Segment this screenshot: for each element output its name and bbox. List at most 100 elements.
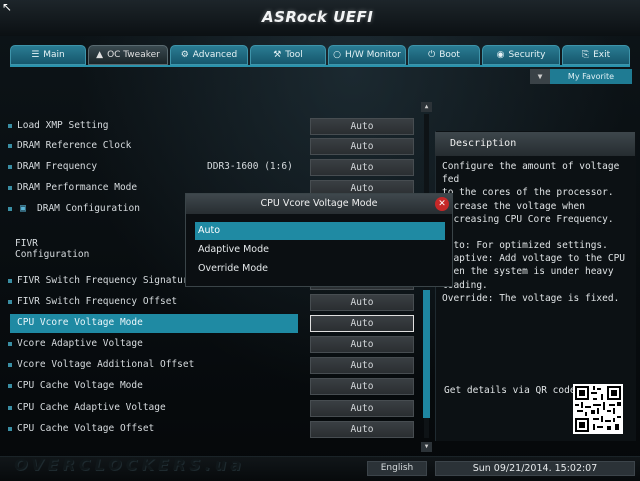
- setting-row-cpu-cache-voltage-offset[interactable]: CPU Cache Voltage Offset Auto: [0, 420, 420, 440]
- setting-value-button[interactable]: Auto: [310, 315, 414, 332]
- main-navigation: ☰ Main ▲ OC Tweaker ⚙ Advanced ⚒ Tool ○ …: [10, 45, 630, 65]
- list-icon: ☰: [31, 50, 40, 60]
- bullet-icon: [8, 124, 12, 128]
- tab-oc-tweaker-label: OC Tweaker: [107, 50, 160, 60]
- setting-label: DRAM Frequency: [17, 161, 98, 172]
- bullet-icon: [8, 384, 12, 388]
- tools-icon: ⚙: [180, 50, 189, 60]
- wrench-icon: ⚒: [273, 50, 282, 60]
- tab-hw-monitor[interactable]: ○ H/W Monitor: [328, 45, 406, 65]
- description-line: Override: The voltage is fixed.: [442, 292, 620, 304]
- description-title: Description: [435, 132, 635, 156]
- tab-tool[interactable]: ⚒ Tool: [250, 45, 326, 65]
- scroll-up-icon[interactable]: ▲: [421, 102, 432, 112]
- setting-row-vcore-voltage-additional-offset[interactable]: Vcore Voltage Additional Offset Auto: [0, 356, 420, 376]
- bullet-icon: [8, 279, 12, 283]
- setting-value-button[interactable]: Auto: [310, 378, 414, 395]
- dram-frequency-current: DDR3-1600 (1:6): [207, 161, 293, 172]
- exit-icon: ⎘: [581, 50, 590, 60]
- bullet-icon: [8, 363, 12, 367]
- description-line: Adaptive: Add voltage to the CPU: [442, 253, 626, 265]
- mouse-cursor-icon: ↖: [2, 0, 13, 14]
- description-line: Increase the voltage when: [442, 200, 585, 212]
- setting-label: FIVR Switch Frequency Signature: [17, 275, 195, 286]
- qr-code-icon: [573, 384, 623, 434]
- setting-row-fivr-switch-frequency-offset[interactable]: FIVR Switch Frequency Offset Auto: [0, 293, 420, 313]
- tab-advanced-label: Advanced: [192, 50, 238, 60]
- qr-code-caption: Get details via QR code: [444, 385, 576, 396]
- setting-value-button[interactable]: Auto: [310, 421, 414, 438]
- bullet-icon: [8, 186, 12, 190]
- description-line: Configure the amount of voltage fed: [442, 161, 620, 186]
- description-line: to the cores of the processor.: [442, 187, 614, 199]
- setting-row-vcore-adaptive-voltage[interactable]: Vcore Adaptive Voltage Auto: [0, 335, 420, 355]
- description-line: when the system is under heavy: [442, 266, 614, 278]
- tab-exit-label: Exit: [593, 50, 611, 60]
- setting-value-button[interactable]: Auto: [310, 138, 414, 155]
- tab-tool-label: Tool: [285, 50, 303, 60]
- scroll-down-icon[interactable]: ▼: [421, 442, 432, 452]
- description-body: Configure the amount of voltage fed to t…: [442, 160, 637, 305]
- watermark-logo: OVERCLOCKERS.ua: [14, 455, 245, 474]
- tab-main[interactable]: ☰ Main: [10, 45, 86, 65]
- my-favorite-button[interactable]: ▼ My Favorite: [530, 69, 632, 84]
- flame-icon: ▲: [96, 50, 104, 60]
- tab-main-label: Main: [43, 50, 65, 60]
- bullet-icon: [8, 165, 12, 169]
- close-icon[interactable]: ✕: [435, 197, 449, 211]
- setting-label: CPU Vcore Voltage Mode: [17, 317, 143, 328]
- tab-security-label: Security: [508, 50, 546, 60]
- folder-icon: ▣: [20, 203, 27, 214]
- setting-row-dram-frequency[interactable]: DRAM Frequency DDR3-1600 (1:6) Auto: [0, 158, 420, 178]
- setting-label: FIVR Switch Frequency Offset: [17, 296, 178, 307]
- tab-boot-label: Boot: [439, 50, 460, 60]
- setting-value-button[interactable]: Auto: [310, 336, 414, 353]
- setting-value-button[interactable]: Auto: [310, 159, 414, 176]
- tab-boot[interactable]: ⏻ Boot: [408, 45, 480, 65]
- setting-row-load-xmp[interactable]: Load XMP Setting Auto: [0, 117, 420, 137]
- nav-underline: [10, 65, 630, 67]
- setting-label: DRAM Configuration: [37, 203, 140, 214]
- setting-value-button[interactable]: Auto: [310, 400, 414, 417]
- option-override-mode[interactable]: Override Mode: [195, 260, 445, 278]
- description-line: increasing CPU Core Frequency.: [442, 213, 614, 225]
- bullet-icon: [8, 207, 12, 211]
- tab-oc-tweaker[interactable]: ▲ OC Tweaker: [88, 45, 168, 65]
- setting-row-cpu-cache-adaptive-voltage[interactable]: CPU Cache Adaptive Voltage Auto: [0, 399, 420, 419]
- setting-label: DRAM Reference Clock: [17, 140, 132, 151]
- scroll-thumb[interactable]: [423, 290, 430, 418]
- bullet-icon: [8, 300, 12, 304]
- setting-row-cpu-cache-voltage-mode[interactable]: CPU Cache Voltage Mode Auto: [0, 377, 420, 397]
- setting-value-button[interactable]: Auto: [310, 118, 414, 135]
- tab-advanced[interactable]: ⚙ Advanced: [170, 45, 248, 65]
- option-adaptive-mode[interactable]: Adaptive Mode: [195, 241, 445, 259]
- language-button[interactable]: English: [367, 461, 427, 476]
- brand-logo: ASRock UEFI: [262, 8, 374, 26]
- setting-label: CPU Cache Voltage Mode: [17, 380, 143, 391]
- power-icon: ⏻: [428, 50, 436, 60]
- bullet-icon: [8, 427, 12, 431]
- setting-label: Vcore Voltage Additional Offset: [17, 359, 195, 370]
- favorite-toggle-icon: ▼: [530, 69, 550, 84]
- description-line: Auto: For optimized settings.: [442, 240, 608, 252]
- setting-label: CPU Cache Voltage Offset: [17, 423, 155, 434]
- bullet-icon: [8, 406, 12, 410]
- description-line: loading.: [442, 279, 488, 291]
- setting-label: Load XMP Setting: [17, 120, 109, 131]
- tab-exit[interactable]: ⎘ Exit: [562, 45, 630, 65]
- setting-row-dram-reference-clock[interactable]: DRAM Reference Clock Auto: [0, 137, 420, 157]
- setting-value-button[interactable]: Auto: [310, 357, 414, 374]
- setting-value-button[interactable]: Auto: [310, 294, 414, 311]
- bullet-icon: [8, 144, 12, 148]
- cpu-vcore-voltage-mode-dialog: CPU Vcore Voltage Mode ✕ Auto Adaptive M…: [185, 193, 453, 287]
- monitor-icon: ○: [333, 50, 342, 60]
- setting-label: Vcore Adaptive Voltage: [17, 338, 143, 349]
- dialog-title: CPU Vcore Voltage Mode: [186, 194, 452, 214]
- tab-security[interactable]: ◉ Security: [482, 45, 560, 65]
- setting-label: CPU Cache Adaptive Voltage: [17, 402, 166, 413]
- section-heading-fivr: FIVR Configuration: [15, 238, 90, 260]
- setting-row-cpu-vcore-voltage-mode[interactable]: CPU Vcore Voltage Mode Auto: [0, 314, 420, 334]
- option-auto[interactable]: Auto: [195, 222, 445, 240]
- bullet-icon: [8, 342, 12, 346]
